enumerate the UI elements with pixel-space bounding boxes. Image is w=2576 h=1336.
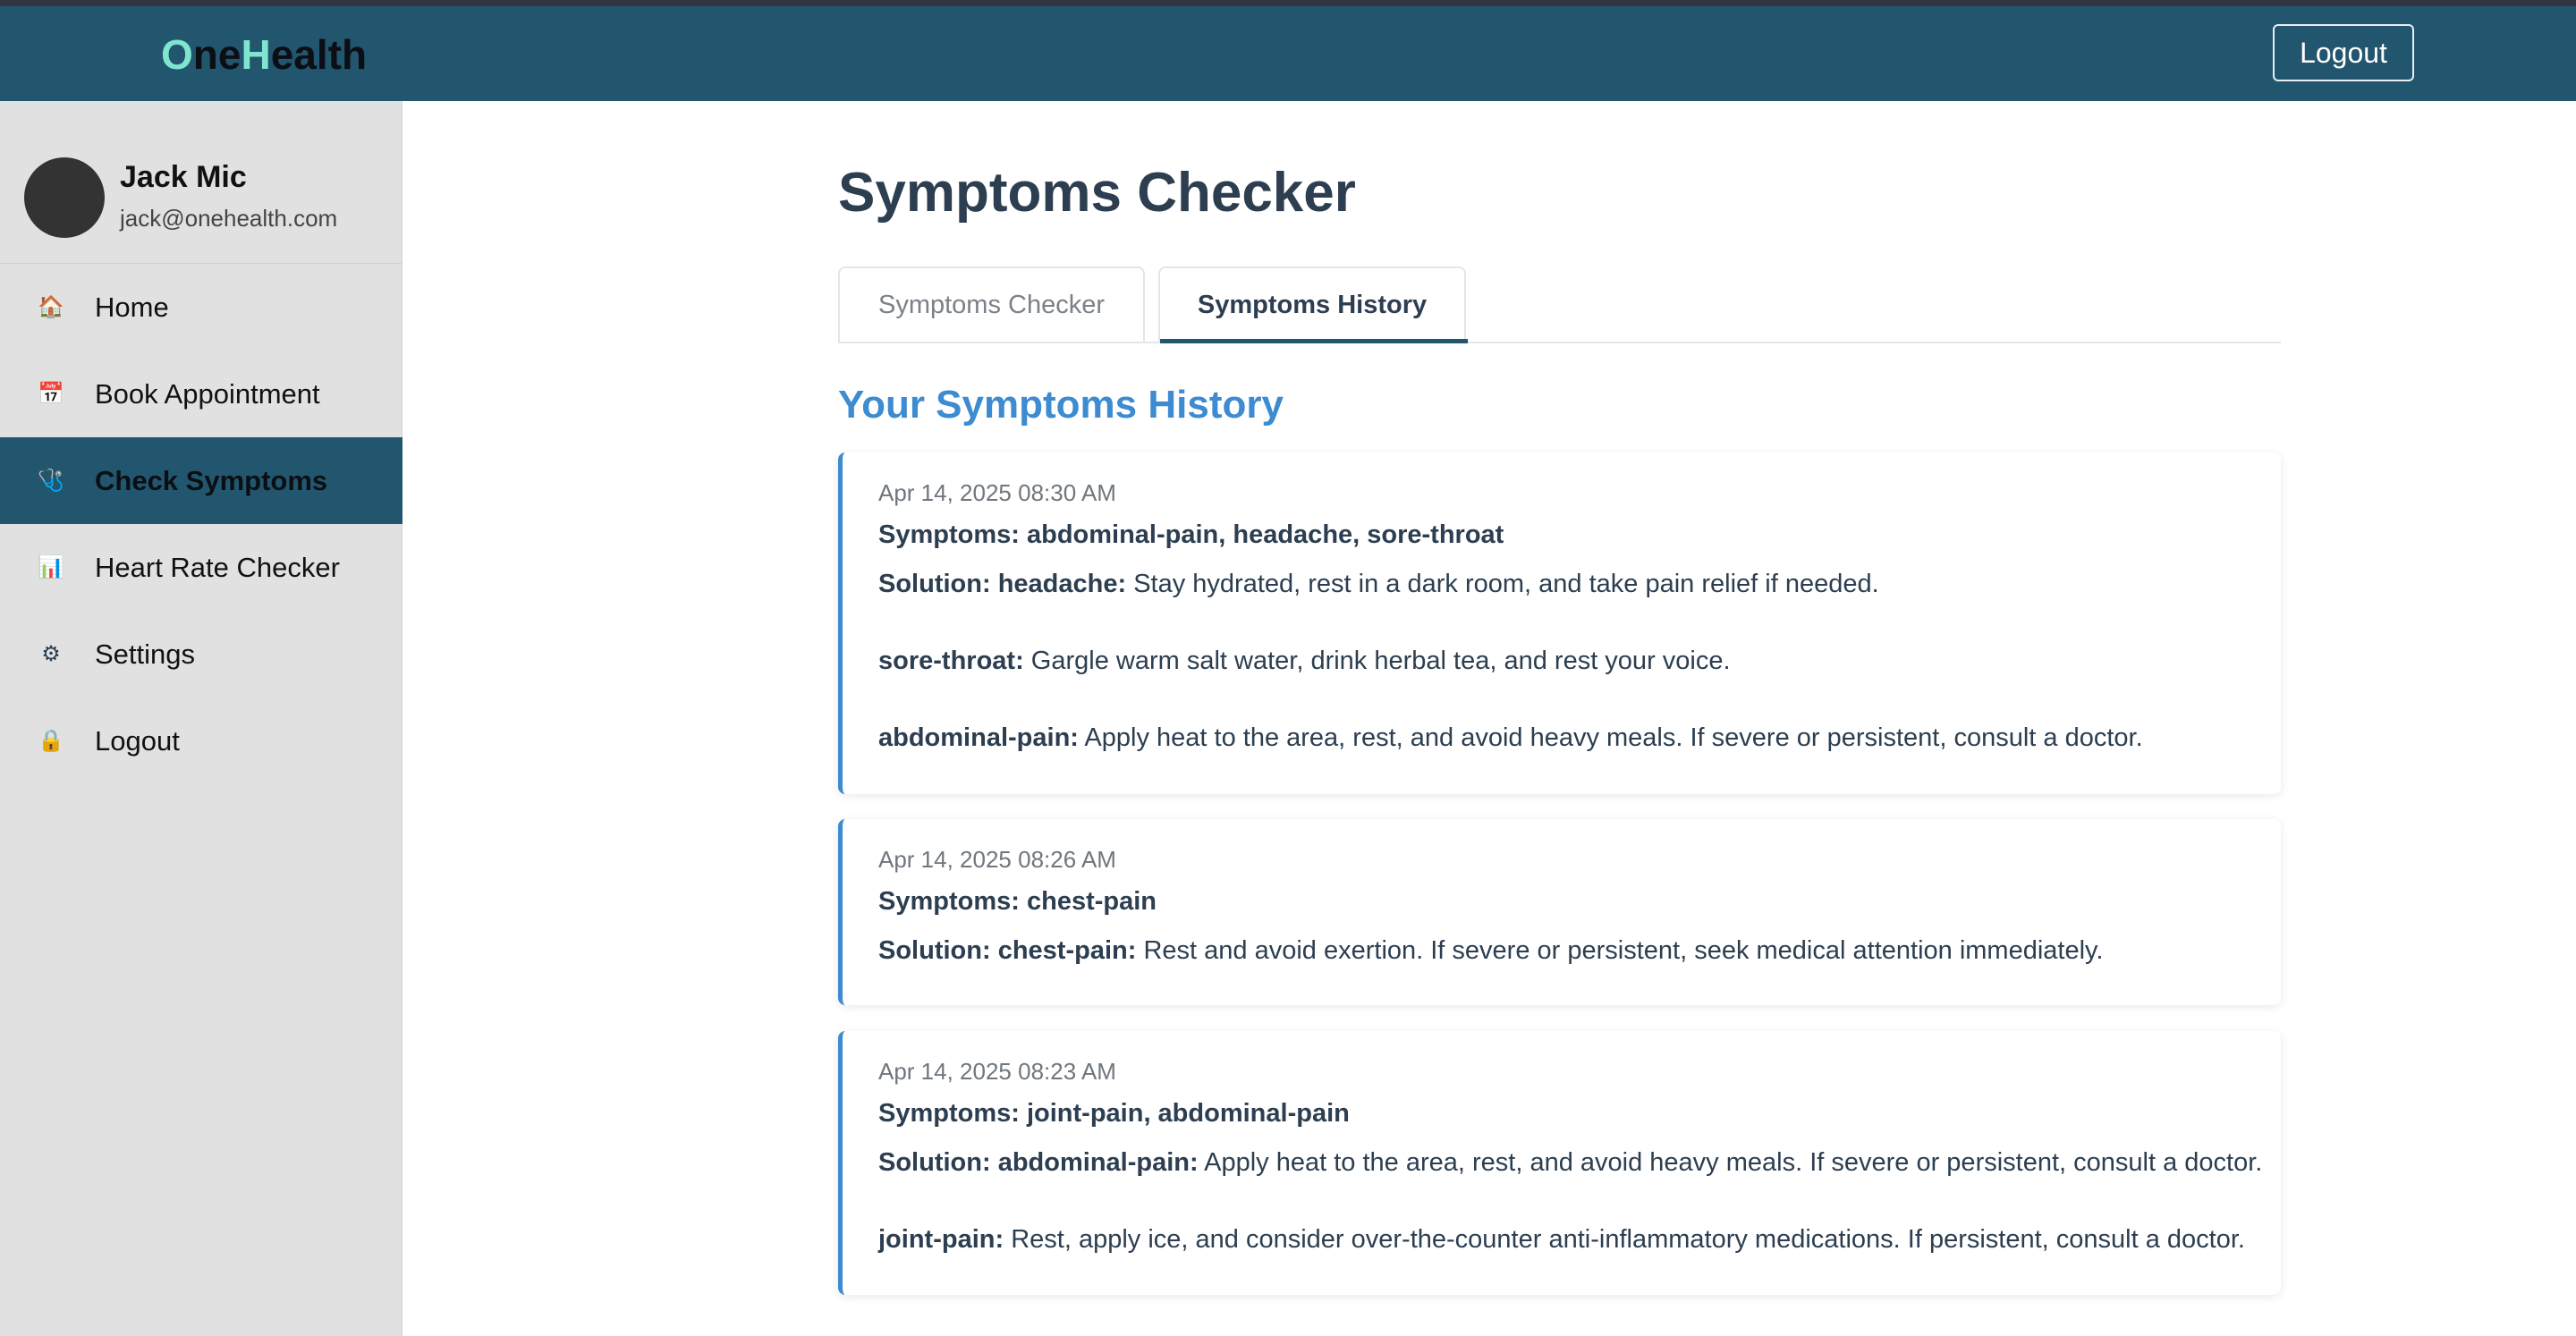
sidebar-item-label: Heart Rate Checker (95, 551, 340, 583)
sidebar-item-check-symptoms[interactable]: 🩺 Check Symptoms (0, 437, 402, 524)
house-icon: 🏠 (38, 294, 64, 319)
history-solution: Solution: chest-pain: Rest and avoid exe… (878, 936, 2103, 966)
tab-symptoms-history[interactable]: Symptoms History (1158, 266, 1468, 343)
stethoscope-icon: 🩺 (38, 468, 64, 493)
solution-prefix: Solution: (878, 570, 991, 598)
solution-text: Apply heat to the area, rest, and avoid … (1084, 723, 2143, 752)
solution-prefix: Solution: (878, 1148, 991, 1177)
solution-name: abdominal-pain: (997, 1148, 1199, 1177)
solution-text: Rest and avoid exertion. If severe or pe… (1143, 936, 2104, 965)
history-section-title: Your Symptoms History (838, 383, 1284, 427)
tab-label: Symptoms History (1197, 290, 1428, 319)
sidebar-item-label: Settings (95, 638, 196, 670)
history-symptoms: Symptoms: abdominal-pain, headache, sore… (878, 520, 1504, 549)
history-solution: sore-throat: Gargle warm salt water, dri… (878, 647, 1731, 676)
window-top-border (0, 0, 2576, 6)
avatar (24, 157, 105, 238)
history-solution: Solution: headache: Stay hydrated, rest … (878, 570, 1879, 599)
lock-icon: 🔒 (38, 728, 64, 753)
logo-letters-ne: ne (192, 31, 242, 78)
logo-letter-o: O (161, 31, 193, 78)
solution-name: sore-throat: (878, 647, 1024, 675)
history-solution: abdominal-pain: Apply heat to the area, … (878, 723, 2143, 753)
header-logout-button[interactable]: Logout (2273, 24, 2414, 81)
page-title: Symptoms Checker (838, 162, 1356, 224)
bar-chart-icon: 📊 (38, 554, 64, 579)
history-symptoms: Symptoms: joint-pain, abdominal-pain (878, 1099, 1350, 1128)
solution-name: abdominal-pain: (878, 723, 1079, 752)
solution-text: Stay hydrated, rest in a dark room, and … (1133, 570, 1879, 598)
user-name: Jack Mic (120, 160, 247, 194)
sidebar-item-label: Logout (95, 724, 180, 757)
logo-letter-h: H (241, 31, 271, 78)
calendar-icon: 📅 (38, 381, 64, 406)
sidebar-item-label: Home (95, 291, 169, 323)
solution-text: Apply heat to the area, rest, and avoid … (1204, 1148, 2263, 1177)
app-logo[interactable]: OneHealth (161, 28, 367, 81)
history-card: Apr 14, 2025 08:23 AM Symptoms: joint-pa… (838, 1031, 2281, 1295)
tab-symptoms-checker[interactable]: Symptoms Checker (838, 266, 1145, 342)
sidebar-item-label: Book Appointment (95, 377, 320, 410)
sidebar-item-settings[interactable]: ⚙ Settings (0, 611, 402, 698)
active-tab-indicator (1160, 339, 1468, 343)
solution-prefix: Solution: (878, 936, 991, 965)
history-date: Apr 14, 2025 08:23 AM (878, 1058, 1116, 1085)
history-symptoms: Symptoms: chest-pain (878, 887, 1157, 916)
history-solution: joint-pain: Rest, apply ice, and conside… (878, 1225, 2245, 1255)
sidebar-item-logout[interactable]: 🔒 Logout (0, 698, 402, 784)
solution-text: Gargle warm salt water, drink herbal tea… (1030, 647, 1731, 675)
gear-icon: ⚙ (41, 641, 61, 666)
history-card: Apr 14, 2025 08:30 AM Symptoms: abdomina… (838, 452, 2281, 794)
app-header: OneHealth Logout (0, 6, 2576, 101)
solution-name: joint-pain: (878, 1225, 1004, 1254)
sidebar-item-heart-rate-checker[interactable]: 📊 Heart Rate Checker (0, 524, 402, 611)
history-date: Apr 14, 2025 08:30 AM (878, 479, 1116, 506)
history-solution: Solution: abdominal-pain: Apply heat to … (878, 1148, 2262, 1178)
history-card: Apr 14, 2025 08:26 AM Symptoms: chest-pa… (838, 819, 2281, 1005)
sidebar-item-home[interactable]: 🏠 Home (0, 264, 402, 351)
sidebar-item-label: Check Symptoms (95, 464, 328, 496)
tab-bar: Symptoms Checker Symptoms History (838, 266, 2281, 343)
sidebar-item-book-appointment[interactable]: 📅 Book Appointment (0, 351, 402, 437)
solution-name: chest-pain: (997, 936, 1137, 965)
sidebar: Jack Mic jack@onehealth.com 🏠 Home 📅 Boo… (0, 101, 402, 1336)
user-email: jack@onehealth.com (120, 205, 338, 232)
sidebar-nav: 🏠 Home 📅 Book Appointment 🩺 Check Sympto… (0, 264, 402, 784)
solution-text: Rest, apply ice, and consider over-the-c… (1011, 1225, 2245, 1254)
solution-name: headache: (997, 570, 1127, 598)
user-profile: Jack Mic jack@onehealth.com (0, 101, 402, 264)
logo-letters-ealth: ealth (270, 31, 368, 78)
history-date: Apr 14, 2025 08:26 AM (878, 846, 1116, 873)
